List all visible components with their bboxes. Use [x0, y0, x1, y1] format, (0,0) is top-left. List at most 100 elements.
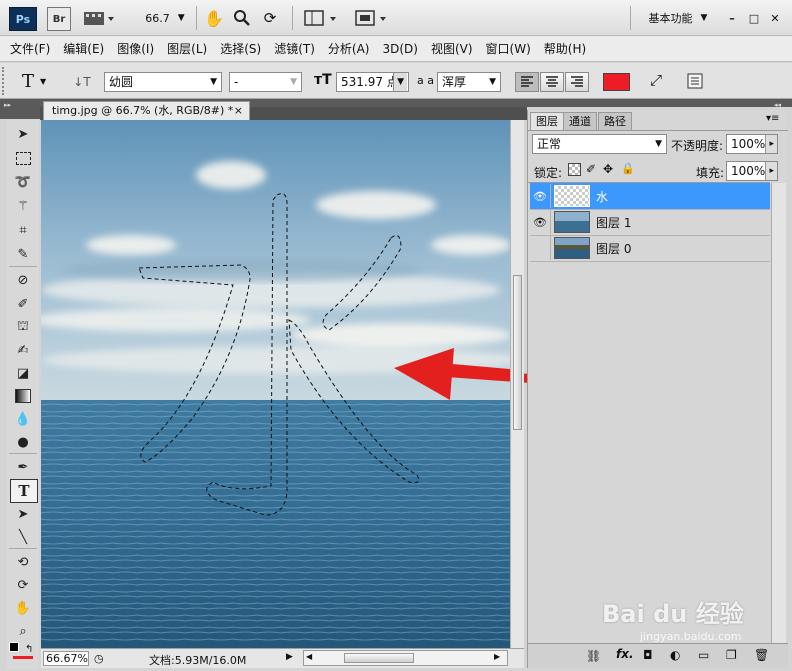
collapse-toolbox-icon[interactable]: ▸▸: [4, 101, 18, 109]
hand-tool-icon[interactable]: ✋: [203, 7, 225, 29]
align-center-button[interactable]: [540, 72, 564, 92]
zoom-input[interactable]: 66.67%: [43, 651, 89, 666]
foreground-color-swatch[interactable]: [9, 642, 19, 652]
vertical-scrollbar[interactable]: [510, 120, 524, 648]
menu-analysis[interactable]: 分析(A): [328, 40, 370, 57]
workspace-switcher[interactable]: 基本功能 ▼: [640, 7, 716, 29]
scroll-right-icon[interactable]: ▶: [494, 652, 504, 664]
scroll-left-icon[interactable]: ◀: [306, 652, 316, 664]
scrollbar-thumb[interactable]: [344, 653, 414, 663]
document-tab[interactable]: timg.jpg @ 66.7% (水, RGB/8#) * ×: [43, 101, 250, 120]
lock-pixels-icon[interactable]: ✐: [586, 162, 600, 177]
menu-3d[interactable]: 3D(D): [382, 42, 417, 56]
zoom-tool-icon[interactable]: [231, 7, 253, 29]
blend-mode-select[interactable]: 正常 ▼: [532, 134, 667, 154]
visibility-eye-icon[interactable]: 👁: [530, 184, 551, 208]
collapse-panels-icon[interactable]: ◂◂: [774, 101, 788, 109]
arrange-documents-button[interactable]: [302, 7, 342, 29]
add-mask-icon[interactable]: ◘: [643, 648, 653, 662]
lasso-tool-icon[interactable]: ➰: [10, 172, 36, 192]
line-tool-icon[interactable]: ╲: [10, 527, 36, 547]
menu-file[interactable]: 文件(F): [10, 40, 50, 57]
minimize-button[interactable]: –: [724, 7, 740, 29]
tab-channels[interactable]: 通道: [563, 112, 597, 131]
antialias-select[interactable]: 浑厚 ▼: [437, 72, 501, 92]
delete-layer-icon[interactable]: 🗑: [754, 648, 769, 662]
layer-row[interactable]: 👁 水: [530, 183, 770, 210]
zoom-tool-icon[interactable]: ⌕: [10, 621, 36, 641]
blur-tool-icon[interactable]: 💧: [10, 409, 36, 429]
healing-brush-icon[interactable]: ⊘: [10, 270, 36, 290]
magic-wand-icon[interactable]: ⚚: [10, 196, 36, 216]
document-title: timg.jpg @ 66.7% (水, RGB/8#) *: [52, 104, 234, 117]
tab-paths[interactable]: 路径: [598, 112, 632, 131]
font-family-select[interactable]: 幼圆 ▼: [104, 72, 222, 92]
lock-transparency-icon[interactable]: [568, 163, 581, 176]
layer-style-icon[interactable]: fx.: [616, 647, 634, 661]
view-extras-button[interactable]: [82, 7, 116, 29]
fill-input[interactable]: 100% ▸: [726, 161, 778, 181]
brush-tool-icon[interactable]: ✐: [10, 294, 36, 314]
menu-layer[interactable]: 图层(L): [167, 40, 207, 57]
history-brush-icon[interactable]: ✍: [10, 340, 36, 360]
adjustment-layer-icon[interactable]: ◐: [670, 648, 680, 662]
warp-text-icon[interactable]: ⤢: [645, 71, 667, 93]
3d-orbit-icon[interactable]: ⟳: [10, 575, 36, 595]
crop-tool-icon[interactable]: ⌗: [10, 220, 36, 240]
text-color-swatch[interactable]: [603, 73, 630, 91]
status-menu-arrow[interactable]: ▶: [286, 652, 296, 666]
lock-all-icon[interactable]: 🔒: [621, 162, 635, 177]
hand-tool-icon[interactable]: ✋: [10, 598, 36, 618]
menu-edit[interactable]: 编辑(E): [63, 40, 104, 57]
align-right-button[interactable]: [565, 72, 589, 92]
layer-row[interactable]: 图层 0: [530, 235, 770, 262]
3d-rotate-icon[interactable]: ⟲: [10, 552, 36, 572]
move-tool-icon[interactable]: ➤: [10, 124, 36, 144]
font-style-select[interactable]: - ▼: [229, 72, 302, 92]
rotate-view-icon[interactable]: ⟳: [259, 7, 281, 29]
swap-colors-icon[interactable]: ↰: [25, 644, 35, 655]
panel-menu-icon[interactable]: ▾≡: [766, 113, 782, 127]
text-orientation-icon[interactable]: ↓T: [70, 71, 94, 93]
layer-row[interactable]: 👁 图层 1: [530, 209, 770, 236]
dodge-tool-icon[interactable]: ●: [10, 432, 36, 452]
character-panel-icon[interactable]: [686, 72, 708, 92]
menu-image[interactable]: 图像(I): [117, 40, 154, 57]
new-group-icon[interactable]: ▭: [698, 648, 709, 662]
visibility-toggle-empty[interactable]: [530, 236, 551, 260]
menu-help[interactable]: 帮助(H): [544, 40, 586, 57]
scrollbar-thumb[interactable]: [513, 275, 522, 430]
menu-select[interactable]: 选择(S): [220, 40, 261, 57]
lock-position-icon[interactable]: ✥: [603, 162, 617, 177]
gradient-tool-icon[interactable]: [10, 386, 36, 406]
menu-filter[interactable]: 滤镜(T): [274, 40, 315, 57]
options-grip[interactable]: [2, 67, 6, 95]
menu-window[interactable]: 窗口(W): [486, 40, 531, 57]
layers-scrollbar[interactable]: [771, 183, 786, 643]
type-tool-icon[interactable]: T: [10, 479, 38, 503]
path-selection-icon[interactable]: ➤: [10, 504, 36, 524]
tool-preset-picker[interactable]: T ▼: [22, 70, 58, 92]
align-left-button[interactable]: [515, 72, 539, 92]
visibility-eye-icon[interactable]: 👁: [530, 210, 551, 234]
pen-tool-icon[interactable]: ✒: [10, 457, 36, 477]
font-size-input[interactable]: 531.97 点 ▼: [336, 72, 409, 92]
restore-button[interactable]: □: [746, 7, 762, 29]
menu-view[interactable]: 视图(V): [431, 40, 473, 57]
eraser-icon[interactable]: ◪: [10, 363, 36, 383]
screen-mode-button[interactable]: [352, 7, 392, 29]
close-document-button[interactable]: ×: [234, 102, 243, 120]
close-button[interactable]: ✕: [767, 7, 783, 29]
info-icon[interactable]: ◷: [94, 652, 108, 666]
launch-bridge-button[interactable]: Br: [47, 7, 71, 31]
align-right-icon: [571, 76, 583, 87]
eyedropper-icon[interactable]: ✎: [10, 244, 36, 264]
opacity-input[interactable]: 100% ▸: [726, 134, 778, 154]
link-layers-icon[interactable]: ⛓: [586, 649, 601, 663]
zoom-level-menu[interactable]: 66.7 ▼: [140, 7, 190, 29]
rectangular-marquee-icon[interactable]: [10, 148, 36, 168]
tab-layers[interactable]: 图层: [530, 112, 564, 131]
clone-stamp-icon[interactable]: ⛫: [10, 317, 36, 337]
new-layer-icon[interactable]: ❐: [726, 648, 737, 662]
horizontal-scrollbar[interactable]: ◀ ▶: [303, 650, 508, 666]
